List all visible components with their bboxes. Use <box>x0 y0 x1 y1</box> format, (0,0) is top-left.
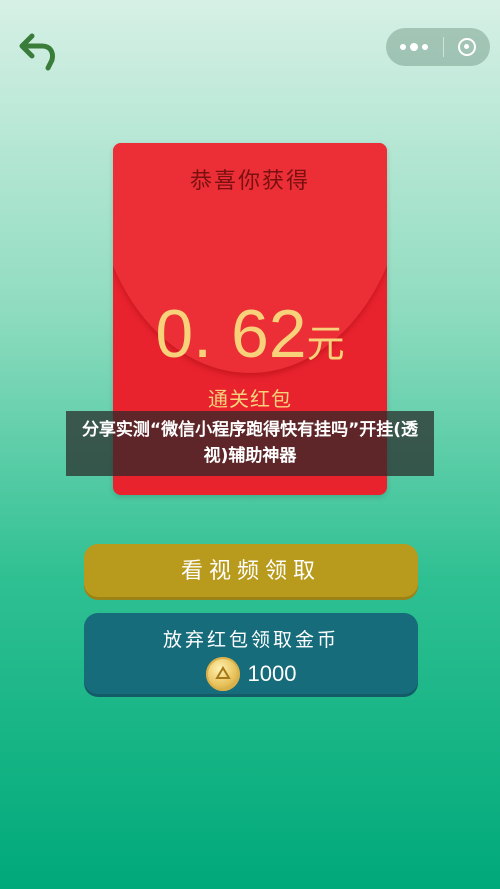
back-arrow-icon <box>19 33 55 71</box>
gold-coin-icon <box>205 657 240 691</box>
coin-row: 1000 <box>84 657 418 691</box>
amount-unit: 元 <box>306 322 345 366</box>
mini-program-capsule <box>386 28 490 66</box>
capsule-divider <box>442 37 444 57</box>
caption-overlay: 分享实测“微信小程序跑得快有挂吗”开挂(透视)辅助神器 <box>66 411 434 476</box>
target-close-icon[interactable] <box>458 38 476 56</box>
more-dots-icon[interactable] <box>400 43 428 51</box>
claim-coins-label: 放弃红包领取金币 <box>162 629 339 651</box>
amount-value: 0. 62 <box>155 296 307 372</box>
claim-coins-button[interactable]: 放弃红包领取金币 1000 <box>84 613 418 697</box>
watch-video-button[interactable]: 看视频领取 <box>84 544 418 600</box>
envelope-title: 恭喜你获得 <box>189 169 310 194</box>
envelope-subtitle: 通关红包 <box>208 387 292 411</box>
coin-amount: 1000 <box>247 661 297 686</box>
back-button[interactable] <box>18 28 62 72</box>
envelope-amount: 0. 62元 <box>113 295 387 373</box>
